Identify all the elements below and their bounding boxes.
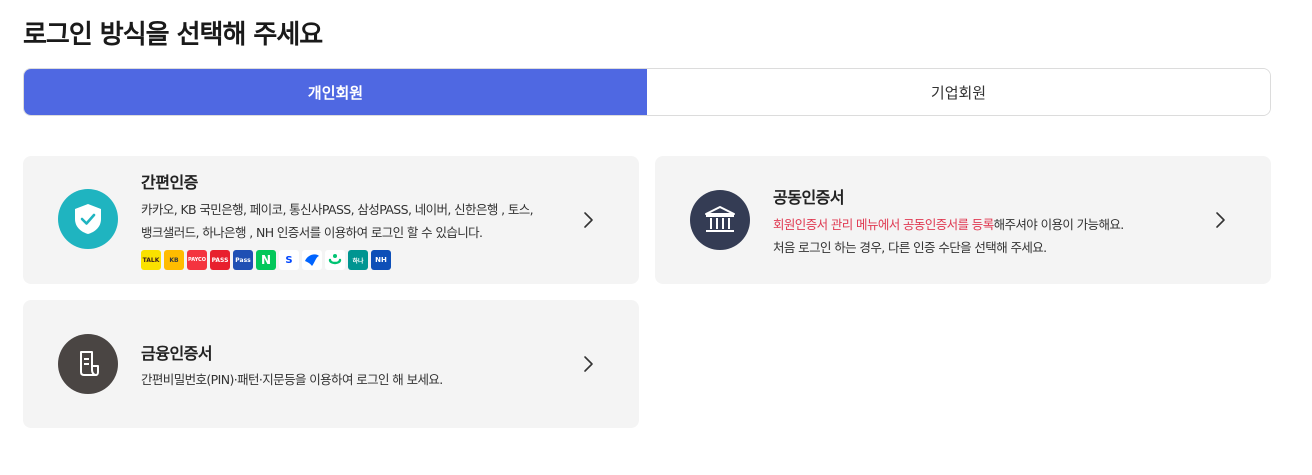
samsung-pass-logo-label: Pass — [235, 256, 251, 264]
nh-logo: NH — [371, 250, 391, 270]
toss-logo — [302, 250, 322, 270]
pass-logo-label: PASS — [211, 256, 229, 264]
joint-certificate-card[interactable]: 공동인증서 회원인증서 관리 메뉴에서 공동인증서를 등록해주셔야 이용이 가능… — [655, 156, 1271, 284]
simple-auth-desc-line2: 뱅크샐러드, 하나은행 , NH 인증서를 이용하여 로그인 할 수 있습니다. — [141, 225, 483, 240]
joint-certificate-title: 공동인증서 — [773, 188, 845, 207]
document-icon — [58, 334, 118, 394]
chevron-right-icon — [584, 356, 593, 372]
shinhan-logo-label: S — [285, 254, 293, 266]
financial-certificate-description: 간편비밀번호(PIN)·패턴·지문등을 이용하여 로그인 해 보세요. — [141, 372, 443, 387]
hana-logo: 하나 — [348, 250, 368, 270]
financial-certificate-title: 금융인증서 — [141, 344, 213, 363]
kb-logo-label: KB — [169, 256, 179, 264]
provider-logos: TALK KB PAYCO PASS Pass N S 하나 NH — [141, 250, 391, 270]
chevron-right-icon — [1216, 212, 1225, 228]
kakao-logo-label: TALK — [142, 256, 160, 264]
kb-logo: KB — [164, 250, 184, 270]
naver-logo-label: N — [260, 253, 272, 267]
member-type-tabs: 개인회원 기업회원 — [23, 68, 1271, 116]
simple-auth-description: 카카오, KB 국민은행, 페이코, 통신사PASS, 삼성PASS, 네이버,… — [141, 198, 591, 244]
bank-icon — [690, 190, 750, 250]
joint-certificate-description: 회원인증서 관리 메뉴에서 공동인증서를 등록해주셔야 이용이 가능해요. 처음… — [773, 213, 1223, 259]
joint-certificate-desc-rest: 해주셔야 이용이 가능해요. — [993, 217, 1125, 232]
joint-certificate-desc-line2: 처음 로그인 하는 경우, 다른 인증 수단을 선택해 주세요. — [773, 240, 1047, 255]
simple-auth-desc-line1: 카카오, KB 국민은행, 페이코, 통신사PASS, 삼성PASS, 네이버,… — [141, 202, 534, 217]
page-title: 로그인 방식을 선택해 주세요 — [23, 20, 323, 50]
naver-logo: N — [256, 250, 276, 270]
nh-logo-label: NH — [375, 256, 387, 264]
pass-logo: PASS — [210, 250, 230, 270]
banksalad-logo — [325, 250, 345, 270]
chevron-right-icon — [584, 212, 593, 228]
payco-logo-label: PAYCO — [188, 257, 206, 263]
tab-personal[interactable]: 개인회원 — [24, 69, 647, 115]
joint-certificate-desc-line1: 회원인증서 관리 메뉴에서 공동인증서를 등록해주셔야 이용이 가능해요. — [773, 213, 1223, 236]
simple-auth-title: 간편인증 — [141, 173, 198, 192]
payco-logo: PAYCO — [187, 250, 207, 270]
kakao-logo: TALK — [141, 250, 161, 270]
simple-auth-card[interactable]: 간편인증 카카오, KB 국민은행, 페이코, 통신사PASS, 삼성PASS,… — [23, 156, 639, 284]
financial-certificate-card[interactable]: 금융인증서 간편비밀번호(PIN)·패턴·지문등을 이용하여 로그인 해 보세요… — [23, 300, 639, 428]
tab-business[interactable]: 기업회원 — [647, 69, 1270, 115]
shield-check-icon — [58, 189, 118, 249]
shinhan-logo: S — [279, 250, 299, 270]
samsung-pass-logo: Pass — [233, 250, 253, 270]
joint-certificate-highlight: 회원인증서 관리 메뉴에서 공동인증서를 등록 — [773, 217, 994, 232]
hana-logo-label: 하나 — [352, 257, 364, 265]
